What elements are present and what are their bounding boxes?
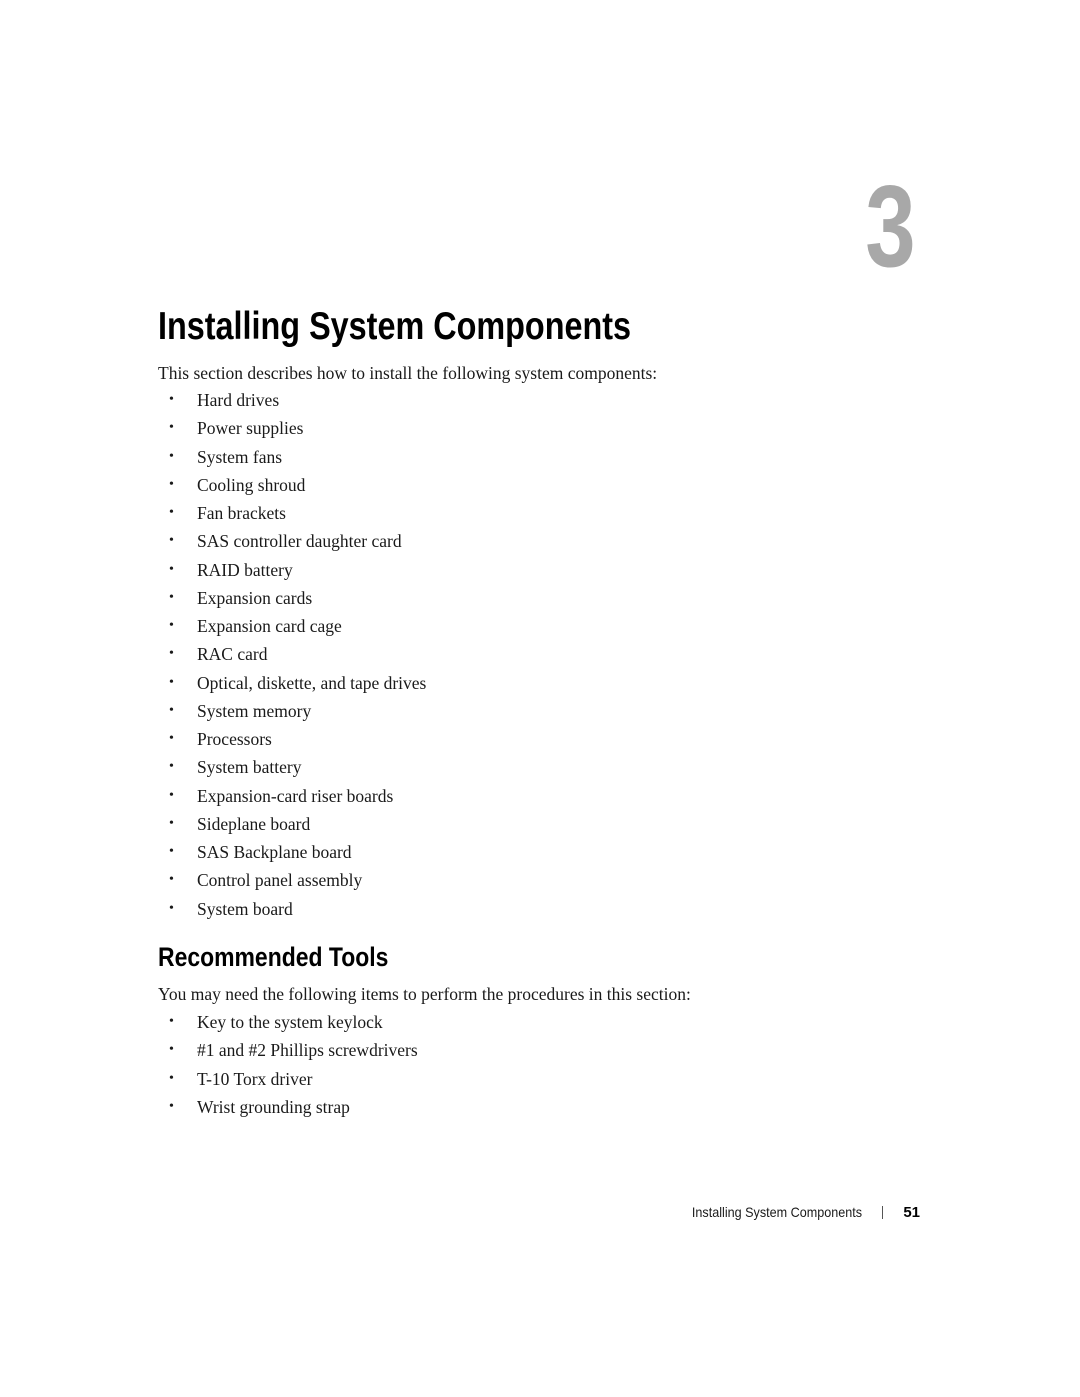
list-item-text: Wrist grounding strap (197, 1096, 350, 1117)
page-number: 51 (903, 1203, 920, 1221)
list-item-text: Cooling shroud (197, 474, 306, 495)
bullet-icon: • (169, 759, 174, 775)
list-item: • Expansion-card riser boards (158, 782, 426, 810)
list-item: • SAS controller daughter card (158, 527, 426, 555)
list-item: • Control panel assembly (158, 866, 426, 894)
list-item: • System memory (158, 697, 426, 725)
list-item: • System battery (158, 753, 426, 781)
list-item-text: T-10 Torx driver (197, 1068, 313, 1089)
intro-paragraph: This section describes how to install th… (158, 363, 658, 383)
list-item-text: SAS controller daughter card (197, 531, 402, 552)
list-item: • #1 and #2 Phillips screwdrivers (158, 1036, 418, 1064)
chapter-number: 3 (865, 161, 915, 291)
list-item: • Fan brackets (158, 499, 426, 527)
bullet-icon: • (169, 1014, 174, 1029)
bullet-icon: • (169, 702, 174, 718)
tools-list: • Key to the system keylock • #1 and #2 Ph… (158, 1008, 418, 1121)
bullet-icon: • (169, 533, 174, 549)
bullet-icon: • (169, 787, 174, 803)
list-item-text: RAID battery (197, 559, 293, 580)
page-footer: Installing System Components 51 (673, 1202, 920, 1222)
list-item: • Processors (158, 725, 426, 753)
bullet-icon: • (169, 1070, 174, 1086)
bullet-icon: • (169, 731, 174, 746)
list-item-text: Fan brackets (197, 503, 286, 523)
bullet-icon: • (169, 392, 174, 407)
list-item-text: Control panel assembly (197, 870, 363, 891)
list-item: • Optical, diskette, and tape drives (158, 669, 426, 697)
list-item-text: Sideplane board (197, 813, 311, 834)
bullet-icon: • (169, 674, 174, 690)
bullet-icon: • (169, 476, 174, 492)
list-item: • Expansion cards (158, 584, 426, 612)
footer-chapter-title: Installing System Components (692, 1204, 863, 1220)
list-item: • Wrist grounding strap (158, 1093, 418, 1121)
list-item-text: SAS Backplane board (197, 842, 352, 862)
list-item: • Power supplies (158, 414, 426, 442)
list-item: • Key to the system keylock (158, 1008, 418, 1036)
list-item: • System fans (158, 443, 426, 471)
bullet-icon: • (169, 815, 174, 831)
tools-intro-paragraph: You may need the following items to perf… (158, 984, 691, 1004)
list-item: • T-10 Torx driver (158, 1065, 418, 1093)
list-item-text: Optical, diskette, and tape drives (197, 672, 427, 693)
list-item-text: RAC card (197, 644, 268, 665)
footer-divider (882, 1205, 884, 1219)
list-item-text: Processors (197, 729, 272, 749)
components-list: • Hard drives • Power supplies • System fan… (158, 386, 426, 923)
list-item: • Cooling shroud (158, 471, 426, 499)
list-item: • System board (158, 895, 426, 923)
list-item: • Hard drives (158, 386, 426, 414)
bullet-icon: • (169, 448, 174, 464)
list-item-text: Expansion-card riser boards (197, 785, 394, 806)
list-item-text: System memory (197, 700, 312, 721)
list-item: • Expansion card cage (158, 612, 426, 640)
list-item-text: Power supplies (197, 418, 304, 439)
list-item-text: Key to the system keylock (197, 1012, 383, 1032)
list-item-text: Hard drives (197, 390, 280, 410)
list-item-text: #1 and #2 Phillips screwdrivers (197, 1040, 418, 1061)
bullet-icon: • (169, 618, 174, 633)
bullet-icon: • (169, 505, 174, 520)
list-item: • RAC card (158, 640, 426, 668)
list-item-text: System fans (197, 446, 283, 467)
list-item: • Sideplane board (158, 810, 426, 838)
bullet-icon: • (169, 900, 174, 916)
list-item: • SAS Backplane board (158, 838, 426, 866)
bullet-icon: • (169, 420, 174, 436)
list-item-text: System board (197, 898, 293, 919)
bullet-icon: • (169, 1098, 174, 1114)
list-item-text: Expansion cards (197, 587, 313, 608)
bullet-icon: • (169, 844, 174, 859)
bullet-icon: • (169, 872, 174, 888)
bullet-icon: • (169, 589, 174, 605)
section-title-recommended-tools: Recommended Tools (158, 942, 389, 972)
chapter-title: Installing System Components (158, 305, 632, 348)
bullet-icon: • (169, 1042, 174, 1058)
bullet-icon: • (169, 561, 174, 577)
bullet-icon: • (169, 646, 174, 662)
list-item: • RAID battery (158, 556, 426, 584)
list-item-text: System battery (197, 757, 302, 778)
list-item-text: Expansion card cage (197, 616, 342, 636)
